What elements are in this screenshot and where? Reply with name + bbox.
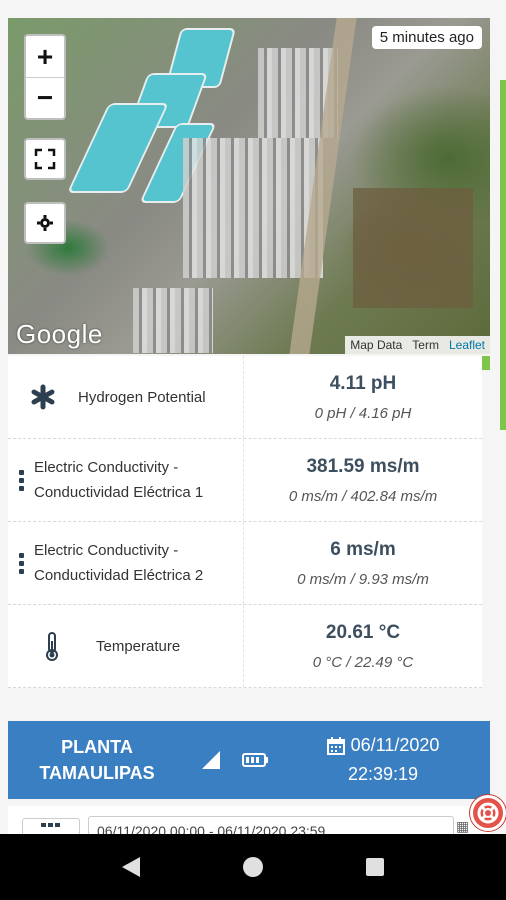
station-name-line2: TAMAULIPAS [39, 763, 155, 783]
app-screen: + − 5 minutes ago Google Map Data Term L… [0, 0, 506, 900]
reading-label: Electric Conductivity - Conductividad El… [34, 459, 204, 501]
map-industrial-area [133, 288, 213, 353]
back-button[interactable] [111, 847, 151, 887]
leaflet-link[interactable]: Leaflet [444, 336, 490, 354]
reading-row-conductivity-2[interactable]: Electric Conductivity - Conductividad El… [8, 522, 482, 605]
gear-icon [37, 215, 53, 231]
station-header[interactable]: PLANTA TAMAULIPAS 06/11/2020 22:39:19 [8, 721, 490, 799]
home-button[interactable] [233, 847, 273, 887]
reading-range: 0 ms/m / 402.84 ms/m [288, 487, 438, 505]
map-data-link[interactable]: Map Data [345, 336, 407, 354]
battery-icon [236, 752, 276, 768]
reading-label: Temperature [96, 637, 181, 655]
reading-label: Electric Conductivity - Conductividad El… [34, 542, 204, 584]
zoom-control: + − [24, 34, 66, 120]
satellite-map[interactable]: + − 5 minutes ago Google Map Data Term L… [8, 18, 490, 354]
reading-value: 4.11 pH [329, 372, 397, 394]
reading-row-temperature[interactable]: Temperature 20.61 °C 0 °C / 22.49 °C [8, 605, 482, 688]
thermometer-icon [8, 631, 96, 661]
recents-icon [366, 858, 384, 876]
reading-range: 0 °C / 22.49 °C [312, 653, 414, 671]
reading-value-cell: 6 ms/m 0 ms/m / 9.93 ms/m [244, 539, 482, 588]
station-datetime: 06/11/2020 22:39:19 [276, 731, 490, 789]
map-settings-button[interactable] [24, 202, 66, 244]
terms-link[interactable]: Term [407, 336, 444, 354]
reading-label-cell: Temperature [8, 605, 244, 687]
help-button[interactable] [470, 795, 506, 831]
lifebuoy-icon [477, 802, 499, 824]
station-name-line1: PLANTA [61, 737, 133, 757]
map-field [353, 188, 473, 308]
grid-icon [41, 823, 60, 827]
reading-value: 381.59 ms/m [306, 455, 420, 477]
vertical-dots-icon [8, 552, 34, 574]
reading-value: 6 ms/m [330, 538, 396, 560]
reading-row-ph[interactable]: Hydrogen Potential 4.11 pH 0 pH / 4.16 p… [8, 356, 482, 439]
reading-label-cell: Electric Conductivity - Conductividad El… [8, 439, 244, 521]
station-name: PLANTA TAMAULIPAS [8, 734, 186, 786]
station-time: 22:39:19 [347, 764, 419, 784]
calendar-icon [326, 736, 345, 755]
signal-icon [186, 749, 236, 771]
reading-value-cell: 381.59 ms/m 0 ms/m / 402.84 ms/m [244, 456, 482, 505]
reading-row-conductivity-1[interactable]: Electric Conductivity - Conductividad El… [8, 439, 482, 522]
reading-label-cell: Electric Conductivity - Conductividad El… [8, 522, 244, 604]
reading-value: 20.61 °C [325, 621, 401, 643]
back-icon [122, 857, 140, 877]
reading-label: Hydrogen Potential [78, 388, 206, 406]
zoom-out-button[interactable]: − [26, 77, 64, 118]
reading-label-cell: Hydrogen Potential [8, 356, 244, 438]
scrollbar[interactable] [500, 80, 506, 430]
sensor-readings-list: Hydrogen Potential 4.11 pH 0 pH / 4.16 p… [8, 356, 482, 688]
status-indicator [482, 356, 490, 370]
asterisk-icon [8, 384, 78, 410]
date-filter: 06/11/2020 00:00 - 06/11/2020 23:59 ▦ [8, 806, 490, 846]
reading-value-cell: 20.61 °C 0 °C / 22.49 °C [244, 622, 482, 671]
google-logo: Google [16, 319, 103, 349]
reading-range: 0 ms/m / 9.93 ms/m [297, 570, 429, 588]
calendar-icon[interactable]: ▦ [456, 818, 469, 835]
reading-value-cell: 4.11 pH 0 pH / 4.16 pH [244, 373, 482, 422]
zoom-in-button[interactable]: + [26, 36, 64, 77]
station-date: 06/11/2020 [350, 735, 440, 755]
last-update-badge: 5 minutes ago [371, 26, 482, 49]
fullscreen-icon [34, 148, 56, 170]
reading-range: 0 pH / 4.16 pH [314, 404, 412, 422]
system-nav-bar [0, 834, 506, 900]
recents-button[interactable] [355, 847, 395, 887]
vertical-dots-icon [8, 469, 34, 491]
fullscreen-button[interactable] [24, 138, 66, 180]
home-icon [243, 857, 263, 877]
map-attribution: Map Data Term Leaflet [345, 336, 490, 354]
